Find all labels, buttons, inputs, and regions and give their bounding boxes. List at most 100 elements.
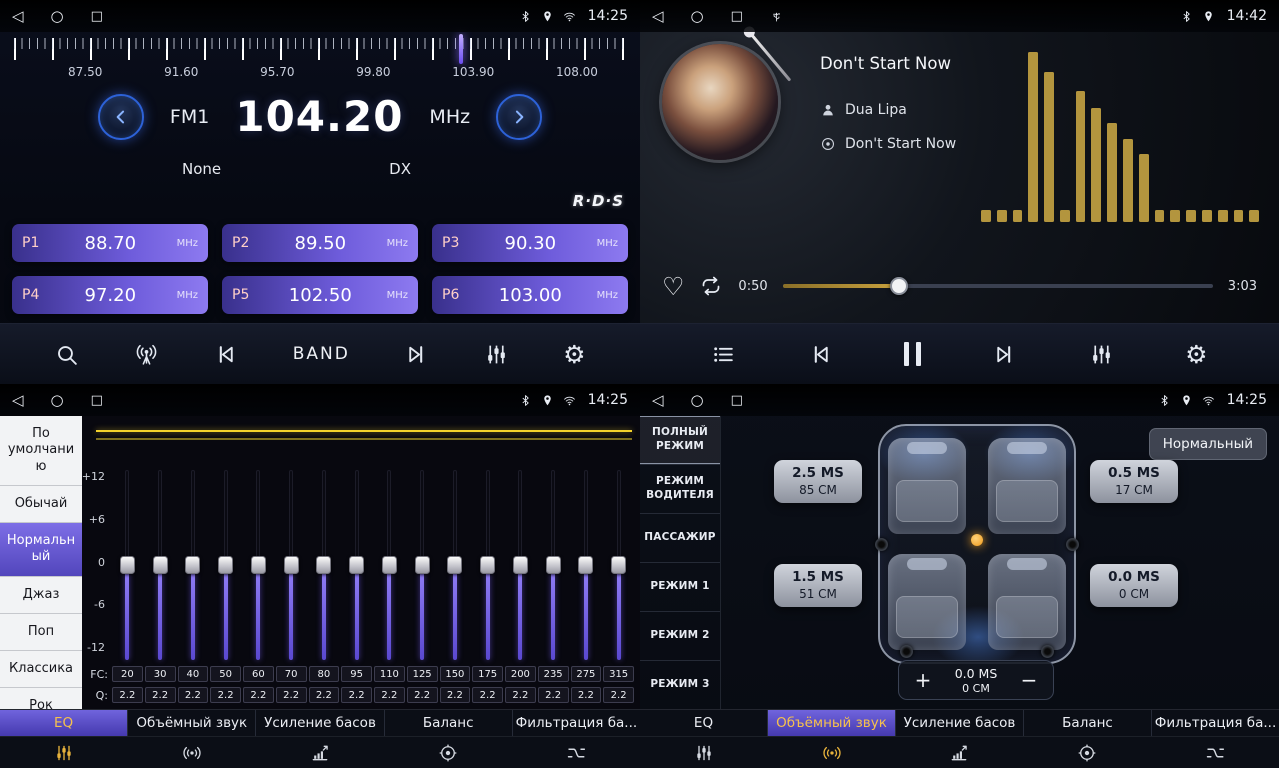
balance-tab-icon[interactable]: [1023, 743, 1151, 763]
audio-tab[interactable]: Фильтрация ба...: [1152, 710, 1279, 736]
bass-boost-tab-icon[interactable]: [896, 743, 1024, 763]
audio-tab[interactable]: EQ: [640, 710, 768, 736]
back-button[interactable]: ◁: [12, 393, 24, 408]
balance-tab-icon[interactable]: [384, 743, 512, 763]
eq-slider-knob[interactable]: [513, 556, 528, 574]
audio-tab[interactable]: Баланс: [1024, 710, 1152, 736]
home-button[interactable]: ○: [51, 9, 64, 24]
increase-delay-button[interactable]: +: [911, 670, 935, 690]
eq-preset-item[interactable]: Рок: [0, 688, 82, 710]
delay-rear-right-button[interactable]: 0.0 MS 0 CM: [1090, 564, 1178, 607]
eq-slider-knob[interactable]: [218, 556, 233, 574]
eq-band-slider[interactable]: [112, 470, 143, 660]
home-button[interactable]: ○: [691, 393, 704, 408]
eq-preset-item[interactable]: Классика: [0, 651, 82, 688]
audio-tab[interactable]: Усиление басов: [896, 710, 1024, 736]
preset-button-p1[interactable]: P1 88.70 MHz: [12, 224, 208, 262]
field-mode-item[interactable]: РЕЖИМ 1: [640, 563, 720, 612]
eq-band-slider[interactable]: [407, 470, 438, 660]
audio-tab[interactable]: Усиление басов: [256, 710, 384, 736]
eq-slider-knob[interactable]: [546, 556, 561, 574]
field-mode-item[interactable]: ПОЛНЫЙ РЕЖИМ: [640, 416, 720, 465]
recents-button[interactable]: □: [731, 10, 743, 23]
eq-slider-knob[interactable]: [120, 556, 135, 574]
recents-button[interactable]: □: [91, 10, 103, 23]
eq-band-slider[interactable]: [210, 470, 241, 660]
eq-band-slider[interactable]: [243, 470, 274, 660]
preset-button-p2[interactable]: P2 89.50 MHz: [222, 224, 418, 262]
eq-band-slider[interactable]: [538, 470, 569, 660]
home-button[interactable]: ○: [691, 9, 704, 24]
tune-down-button[interactable]: [98, 94, 144, 140]
audio-tab[interactable]: Баланс: [385, 710, 513, 736]
eq-band-slider[interactable]: [505, 470, 536, 660]
broadcast-button[interactable]: [134, 342, 159, 367]
audio-tab[interactable]: Фильтрация ба...: [513, 710, 640, 736]
eq-tab-icon[interactable]: [0, 743, 128, 763]
eq-band-slider[interactable]: [374, 470, 405, 660]
surround-tab-icon[interactable]: [128, 743, 256, 763]
repeat-button[interactable]: [699, 274, 723, 298]
eq-slider-knob[interactable]: [185, 556, 200, 574]
eq-band-slider[interactable]: [472, 470, 503, 660]
progress-knob[interactable]: [890, 277, 908, 295]
filter-tab-icon[interactable]: [512, 743, 640, 763]
tuner-pointer[interactable]: [459, 34, 463, 64]
favorite-button[interactable]: ♡: [662, 274, 684, 299]
eq-band-slider[interactable]: [603, 470, 634, 660]
surround-tab-icon[interactable]: [768, 743, 896, 763]
back-button[interactable]: ◁: [652, 9, 664, 24]
field-mode-item[interactable]: РЕЖИМ ВОДИТЕЛЯ: [640, 465, 720, 514]
bass-boost-tab-icon[interactable]: [256, 743, 384, 763]
audio-settings-button[interactable]: [1089, 342, 1114, 367]
delay-front-left-button[interactable]: 2.5 MS 85 CM: [774, 460, 862, 503]
pause-button[interactable]: [904, 342, 921, 366]
next-track-button[interactable]: [992, 342, 1017, 367]
delay-rear-left-button[interactable]: 1.5 MS 51 CM: [774, 564, 862, 607]
decrease-delay-button[interactable]: −: [1017, 670, 1041, 690]
eq-band-slider[interactable]: [309, 470, 340, 660]
field-mode-item[interactable]: РЕЖИМ 3: [640, 661, 720, 710]
filter-tab-icon[interactable]: [1151, 743, 1279, 763]
preset-button-p5[interactable]: P5 102.50 MHz: [222, 276, 418, 314]
eq-band-slider[interactable]: [341, 470, 372, 660]
eq-slider-knob[interactable]: [447, 556, 462, 574]
eq-slider-knob[interactable]: [611, 556, 626, 574]
eq-band-slider[interactable]: [145, 470, 176, 660]
scan-button[interactable]: [54, 342, 79, 367]
eq-preset-item[interactable]: Обычай: [0, 486, 82, 523]
eq-band-slider[interactable]: [571, 470, 602, 660]
eq-slider-knob[interactable]: [480, 556, 495, 574]
eq-preset-item[interactable]: Джаз: [0, 577, 82, 614]
listening-position-dot[interactable]: [971, 534, 983, 546]
sound-preset-button[interactable]: Нормальный: [1149, 428, 1267, 460]
recents-button[interactable]: □: [731, 394, 743, 407]
eq-slider-knob[interactable]: [153, 556, 168, 574]
preset-button-p4[interactable]: P4 97.20 MHz: [12, 276, 208, 314]
eq-slider-knob[interactable]: [578, 556, 593, 574]
previous-track-button[interactable]: [808, 342, 833, 367]
band-button[interactable]: BAND: [293, 344, 350, 364]
settings-button[interactable]: ⚙: [563, 342, 585, 367]
eq-band-slider[interactable]: [178, 470, 209, 660]
back-button[interactable]: ◁: [652, 393, 664, 408]
eq-preset-item[interactable]: Нормальный: [0, 523, 82, 577]
eq-preset-item[interactable]: По умолчанию: [0, 416, 82, 486]
eq-slider-knob[interactable]: [251, 556, 266, 574]
next-station-button[interactable]: [404, 342, 429, 367]
recents-button[interactable]: □: [91, 394, 103, 407]
eq-band-slider[interactable]: [276, 470, 307, 660]
delay-front-right-button[interactable]: 0.5 MS 17 CM: [1090, 460, 1178, 503]
preset-button-p6[interactable]: P6 103.00 MHz: [432, 276, 628, 314]
tune-up-button[interactable]: [496, 94, 542, 140]
audio-tab[interactable]: Объёмный звук: [128, 710, 256, 736]
field-mode-item[interactable]: РЕЖИМ 2: [640, 612, 720, 661]
eq-preset-item[interactable]: Поп: [0, 614, 82, 651]
field-mode-item[interactable]: ПАССАЖИР: [640, 514, 720, 563]
eq-slider-knob[interactable]: [316, 556, 331, 574]
progress-slider[interactable]: [783, 284, 1213, 288]
eq-band-slider[interactable]: [440, 470, 471, 660]
previous-station-button[interactable]: [213, 342, 238, 367]
eq-slider-knob[interactable]: [349, 556, 364, 574]
audio-tab[interactable]: EQ: [0, 710, 128, 736]
